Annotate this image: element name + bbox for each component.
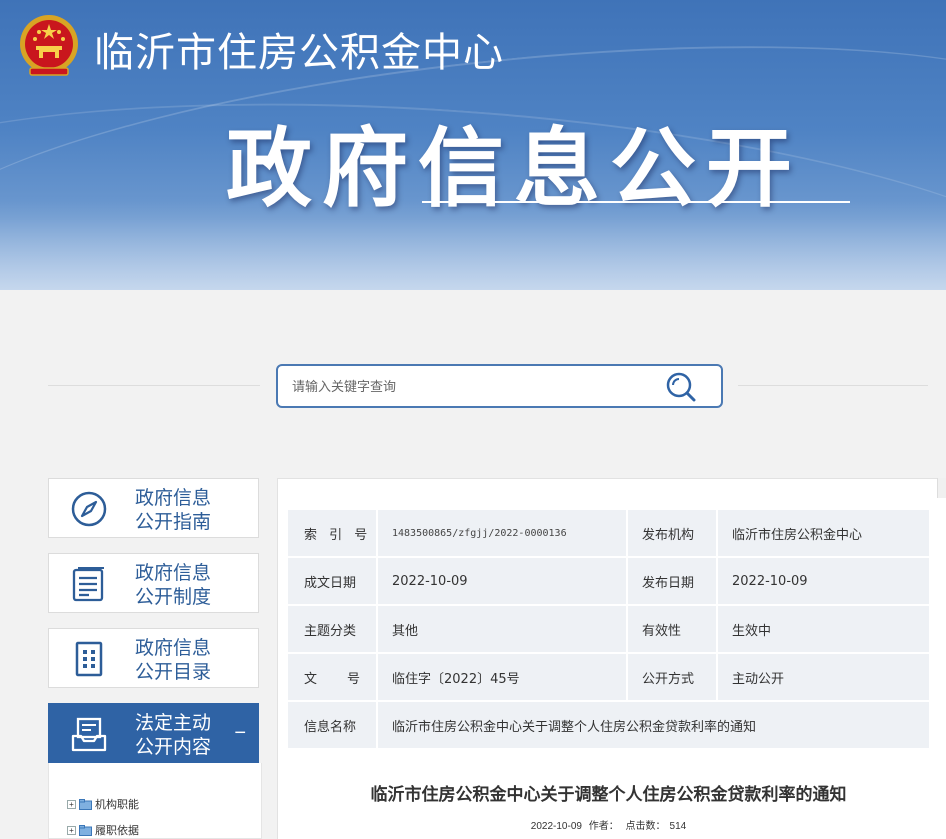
field-value: 1483500865/zfgjj/2022-0000136: [376, 508, 628, 558]
table-row: 成文日期 2022-10-09 发布日期 2022-10-09: [286, 556, 931, 606]
divider: [48, 385, 260, 386]
divider: [738, 385, 928, 386]
inbox-document-icon: [71, 717, 107, 752]
folder-icon: [79, 824, 92, 836]
table-row: 索 引 号 1483500865/zfgjj/2022-0000136 发布机构…: [286, 508, 931, 558]
field-value: 生效中: [716, 604, 931, 654]
field-value: 主动公开: [716, 652, 931, 702]
field-value: 其他: [376, 604, 628, 654]
field-label: 有效性: [626, 604, 718, 654]
national-emblem-icon: [20, 15, 78, 76]
tree-item-label: 机构职能: [95, 799, 139, 811]
field-label: 信息名称: [286, 700, 378, 750]
field-label: 发布机构: [626, 508, 718, 558]
field-label: 文号: [286, 652, 378, 702]
hits-count: 514: [669, 821, 687, 832]
field-label-part: 号: [347, 671, 361, 687]
nav-item-guide[interactable]: 政府信息 公开指南: [48, 478, 259, 538]
hits-label: 点击数：: [625, 821, 666, 832]
search-input[interactable]: [292, 376, 632, 396]
scrollbar[interactable]: [937, 478, 946, 498]
field-label-part: 文: [304, 671, 318, 687]
list-document-icon: [72, 567, 104, 602]
field-value: 2022-10-09: [376, 556, 628, 606]
field-label: 索 引 号: [286, 508, 378, 558]
nav-item-statutory-content[interactable]: 法定主动 公开内容 −: [48, 703, 259, 763]
author-label: 作者：: [588, 821, 619, 832]
nav-item-label: 法定主动 公开内容: [135, 712, 212, 758]
tree-item-legal-basis[interactable]: + 履职依据: [67, 822, 139, 838]
field-label: 发布日期: [626, 556, 718, 606]
nav-item-label: 政府信息 公开指南: [135, 487, 212, 533]
field-value: 临住字〔2022〕45号: [376, 652, 628, 702]
header-banner: 临沂市住房公积金中心 政府信息公开: [0, 0, 946, 290]
field-value: 临沂市住房公积金中心关于调整个人住房公积金贷款利率的通知: [376, 700, 931, 750]
article-title: 临沂市住房公积金中心关于调整个人住房公积金贷款利率的通知: [370, 785, 847, 805]
page-banner-title: 政府信息公开: [226, 119, 802, 219]
expand-icon[interactable]: +: [67, 825, 76, 835]
tree-item-organization-functions[interactable]: + 机构职能: [67, 796, 139, 812]
field-label: 主题分类: [286, 604, 378, 654]
banner-underline: [422, 201, 850, 203]
table-row: 文号 临住字〔2022〕45号 公开方式 主动公开: [286, 652, 931, 702]
category-tree: + 机构职能 + 履职依据: [48, 763, 262, 839]
site-name[interactable]: 临沂市住房公积金中心: [94, 20, 504, 78]
tree-item-label: 履职依据: [95, 825, 139, 837]
table-row: 主题分类 其他 有效性 生效中: [286, 604, 931, 654]
collapse-toggle-icon[interactable]: −: [234, 722, 246, 745]
article-meta: 2022-10-09 作者： 点击数： 514: [286, 817, 931, 832]
compass-icon: [71, 491, 107, 527]
search-box: [276, 364, 723, 408]
field-label: 成文日期: [286, 556, 378, 606]
publish-date: 2022-10-09: [530, 821, 582, 832]
expand-icon[interactable]: +: [67, 799, 76, 809]
nav-item-label: 政府信息 公开制度: [135, 562, 212, 608]
search-icon[interactable]: [665, 372, 697, 402]
directory-grid-icon: [75, 641, 103, 677]
folder-icon: [79, 798, 92, 810]
field-value: 临沂市住房公积金中心: [716, 508, 931, 558]
nav-item-system[interactable]: 政府信息 公开制度: [48, 553, 259, 613]
metadata-table: 索 引 号 1483500865/zfgjj/2022-0000136 发布机构…: [286, 508, 931, 750]
field-label: 公开方式: [626, 652, 718, 702]
table-row: 信息名称 临沂市住房公积金中心关于调整个人住房公积金贷款利率的通知: [286, 700, 931, 750]
nav-item-directory[interactable]: 政府信息 公开目录: [48, 628, 259, 688]
nav-item-label: 政府信息 公开目录: [135, 637, 212, 683]
field-value: 2022-10-09: [716, 556, 931, 606]
